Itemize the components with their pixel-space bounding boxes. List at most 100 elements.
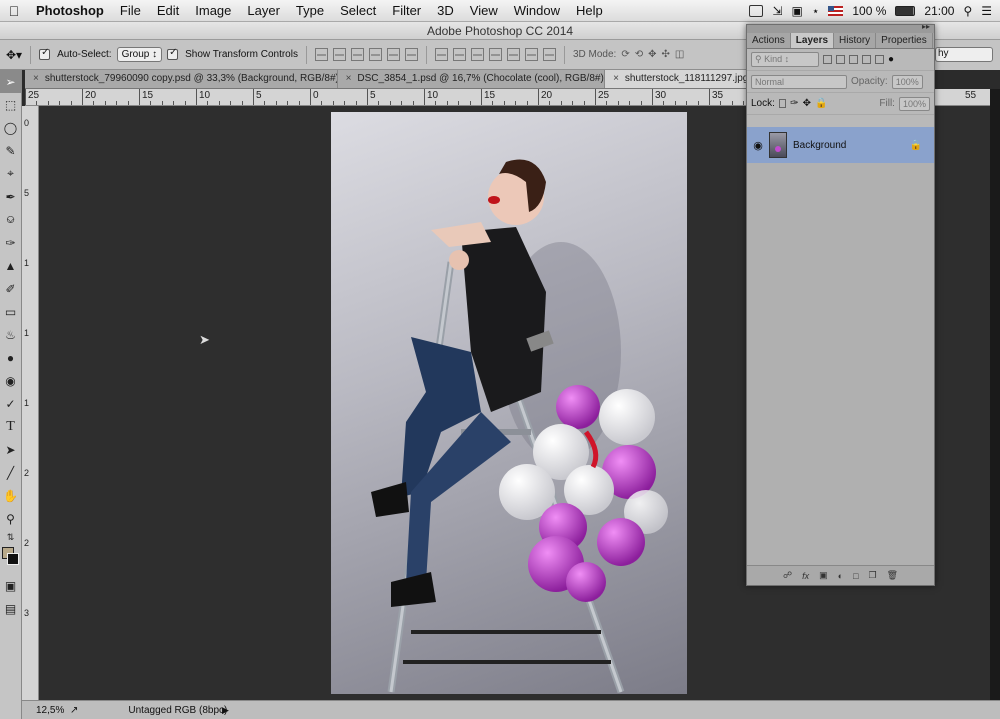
menu-window[interactable]: Window <box>506 3 568 18</box>
tab-actions[interactable]: Actions <box>747 33 791 48</box>
clone-stamp-tool[interactable]: ▲ <box>0 254 21 277</box>
lock-all-icon[interactable]: 🔒 <box>815 98 827 109</box>
menu-image[interactable]: Image <box>187 3 239 18</box>
new-group-icon[interactable]: □ <box>853 571 858 581</box>
menu-edit[interactable]: Edit <box>149 3 187 18</box>
align-top-icon[interactable] <box>314 48 328 61</box>
fill-field[interactable]: 100% <box>898 96 930 111</box>
apple-icon[interactable]:  <box>0 3 28 19</box>
line-tool[interactable]: ╱ <box>0 461 21 484</box>
distribute-top-icon[interactable] <box>434 48 448 61</box>
status-menu-icon[interactable] <box>749 5 764 17</box>
layer-row-background[interactable]: ◉ Background 🔒 <box>747 127 934 163</box>
type-tool[interactable]: T <box>0 415 21 438</box>
filter-shape-icon[interactable] <box>862 55 871 64</box>
auto-select-checkbox[interactable] <box>39 47 51 60</box>
3d-scale-icon[interactable]: ◫ <box>675 49 684 60</box>
layer-style-icon[interactable]: fx <box>802 571 809 581</box>
menu-app-name[interactable]: Photoshop <box>28 3 112 18</box>
pen-tool[interactable]: ✓ <box>0 392 21 415</box>
filter-adjustment-icon[interactable] <box>836 55 845 64</box>
blur-tool[interactable]: ◉ <box>0 369 21 392</box>
menu-file[interactable]: File <box>112 3 149 18</box>
filter-smart-object-icon[interactable] <box>875 55 884 64</box>
opacity-field[interactable]: 100% <box>891 74 923 89</box>
align-hcenter-icon[interactable] <box>386 48 400 61</box>
distribute-bottom-icon[interactable] <box>470 48 484 61</box>
notification-center-icon[interactable]: ☰ <box>981 4 992 18</box>
tab-layers[interactable]: Layers <box>790 33 835 48</box>
filter-toggle-icon[interactable]: ● <box>888 54 894 65</box>
close-icon[interactable]: × <box>613 73 619 84</box>
vertical-scrollbar[interactable] <box>990 89 1000 700</box>
filter-type-icon[interactable] <box>849 55 858 64</box>
move-tool[interactable]: ➢ <box>0 70 21 93</box>
history-brush-tool[interactable]: ✐ <box>0 277 21 300</box>
distribute-hcenter-icon[interactable] <box>506 48 520 61</box>
lock-image-icon[interactable]: ✑ <box>790 98 798 109</box>
input-source-flag-icon[interactable] <box>828 6 844 16</box>
menu-filter[interactable]: Filter <box>384 3 429 18</box>
healing-brush-tool[interactable]: ⎉ <box>0 208 21 231</box>
tab-properties[interactable]: Properties <box>876 33 933 48</box>
add-mask-icon[interactable]: ▣ <box>819 570 828 581</box>
clock[interactable]: 21:00 <box>924 4 954 18</box>
zoom-level[interactable]: 12,5% <box>22 705 64 716</box>
crop-tool[interactable]: ⌖ <box>0 162 21 185</box>
menu-view[interactable]: View <box>462 3 506 18</box>
menu-type[interactable]: Type <box>288 3 332 18</box>
panel-menu-icon[interactable]: ☰ <box>933 33 934 48</box>
lock-position-icon[interactable]: ✥ <box>803 98 811 109</box>
distribute-left-icon[interactable] <box>488 48 502 61</box>
tab-history[interactable]: History <box>834 33 877 48</box>
marquee-tool[interactable]: ⬚ <box>0 93 21 116</box>
eyedropper-tool[interactable]: ✒ <box>0 185 21 208</box>
delete-layer-icon[interactable]: 🗑 <box>887 570 898 581</box>
close-icon[interactable]: × <box>346 73 352 84</box>
display-icon[interactable]: ▣ <box>792 4 803 18</box>
link-layers-icon[interactable]: ☍ <box>783 570 792 581</box>
brush-tool[interactable]: ✑ <box>0 231 21 254</box>
color-swatches[interactable] <box>0 544 21 574</box>
doc-tab-3[interactable]: × shutterstock_118111297.jpg <box>605 70 750 88</box>
align-left-icon[interactable] <box>368 48 382 61</box>
lock-transparent-icon[interactable] <box>778 99 787 108</box>
status-menu-arrow-icon[interactable]: ▶ <box>222 705 229 716</box>
menu-layer[interactable]: Layer <box>239 3 288 18</box>
close-icon[interactable]: × <box>33 73 39 84</box>
spotlight-search-icon[interactable]: ⚲ <box>963 4 972 18</box>
3d-rotate-icon[interactable]: ⟳ <box>621 49 629 60</box>
menu-select[interactable]: Select <box>332 3 384 18</box>
quick-mask-icon[interactable]: ▣ <box>0 574 21 597</box>
auto-align-icon[interactable] <box>542 48 556 61</box>
show-transform-checkbox[interactable] <box>167 47 179 60</box>
collapse-icon[interactable]: ▸▸ <box>922 25 930 31</box>
lasso-tool[interactable]: ◯ <box>0 116 21 139</box>
filter-kind-dropdown[interactable]: ⚲ Kind ↕ <box>751 52 819 67</box>
align-vcenter-icon[interactable] <box>332 48 346 61</box>
export-icon[interactable]: ↗ <box>70 705 78 716</box>
quick-selection-tool[interactable]: ✎ <box>0 139 21 162</box>
blend-mode-dropdown[interactable]: Normal <box>751 74 847 89</box>
doc-tab-1[interactable]: × shutterstock_79960090 copy.psd @ 33,3% … <box>25 70 338 88</box>
align-right-icon[interactable] <box>404 48 418 61</box>
eraser-tool[interactable]: ▭ <box>0 300 21 323</box>
new-layer-icon[interactable]: ❐ <box>869 570 877 581</box>
paint-bucket-tool[interactable]: ♨ <box>0 323 21 346</box>
eye-icon[interactable]: ◉ <box>747 139 769 152</box>
zoom-tool[interactable]: ⚲ <box>0 507 21 530</box>
menu-3d[interactable]: 3D <box>429 3 462 18</box>
auto-select-dropdown[interactable]: Group ↕ <box>116 47 163 62</box>
3d-slide-icon[interactable]: ✣ <box>662 49 670 60</box>
panel-topstrip[interactable]: ▸▸ <box>747 25 934 33</box>
photo-woman-on-ladder-with-balloons[interactable] <box>331 112 687 694</box>
workspace-dropdown[interactable]: hy <box>935 47 993 62</box>
lock-icon[interactable]: 🔒 <box>910 140 922 151</box>
menu-help[interactable]: Help <box>568 3 611 18</box>
path-selection-tool[interactable]: ➤ <box>0 438 21 461</box>
dodge-tool[interactable]: ● <box>0 346 21 369</box>
share-icon[interactable]: ⇲ <box>772 4 782 18</box>
background-color[interactable] <box>7 553 19 565</box>
align-bottom-icon[interactable] <box>350 48 364 61</box>
swap-colors-icon[interactable]: ⇅ <box>0 530 21 544</box>
